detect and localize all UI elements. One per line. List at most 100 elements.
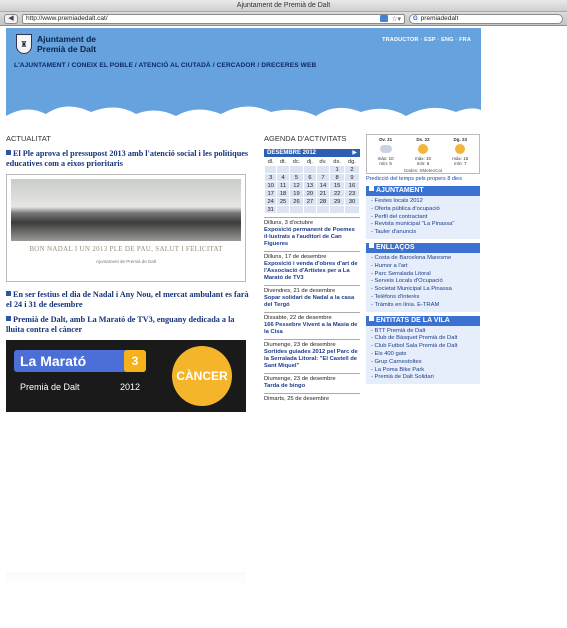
marato-banner[interactable]: La Marató 3 Premià de Dalt 2012 CÀNCER xyxy=(6,340,246,412)
box-link[interactable]: Societat Municipal La Pinassa xyxy=(371,286,475,294)
box-link[interactable]: Humor a l'art xyxy=(371,263,475,271)
box-link[interactable]: Club de Bàsquet Premià de Dalt xyxy=(371,335,475,343)
calendar-day xyxy=(329,205,345,214)
box-link[interactable]: BTT Premià de Dalt xyxy=(371,328,475,336)
calendar-day xyxy=(303,165,317,174)
bookmark-star-icon[interactable]: ☆▾ xyxy=(391,15,401,23)
calendar-day[interactable]: 16 xyxy=(343,181,361,190)
calendar-day xyxy=(288,165,305,174)
search-engine-icon[interactable]: G xyxy=(413,16,418,22)
language-links[interactable]: TRADUCTOR · ESP · ENG · FRA xyxy=(382,37,471,43)
calendar-day[interactable]: 20 xyxy=(303,189,317,198)
calendar-day[interactable]: 1 xyxy=(329,165,345,174)
box-link[interactable]: Premià de Dalt Solidari xyxy=(371,374,475,382)
address-bar[interactable]: http://www.premiadedalt.cat/ ☆▾ xyxy=(22,13,405,24)
calendar-day[interactable]: 22 xyxy=(329,189,345,198)
calendar-day[interactable]: 6 xyxy=(303,173,317,182)
box-link[interactable]: Grup Carnestoltes xyxy=(371,359,475,367)
box-link[interactable]: Telèfons d'interès xyxy=(371,294,475,302)
calendar-day[interactable]: 12 xyxy=(288,181,305,190)
calendar-day[interactable]: 14 xyxy=(315,181,331,190)
box-link[interactable]: Perfil del contractant xyxy=(371,214,475,222)
calendar-day[interactable]: 31 xyxy=(263,205,278,214)
weather-more-link[interactable]: Predicció del temps pels propers 8 dies xyxy=(366,176,480,182)
event-item[interactable]: Dilluns, 3 d'octubre Exposició permanent … xyxy=(264,217,360,248)
calendar-day[interactable]: 13 xyxy=(303,181,317,190)
agenda-column: AGENDA D'ACTIVITATS DESEMBRE 2012 ▶ dl. d… xyxy=(263,134,361,403)
calendar-day[interactable]: 9 xyxy=(343,173,361,182)
calendar-day xyxy=(303,205,317,214)
calendar-day[interactable]: 3 xyxy=(263,173,278,182)
box-link[interactable]: Tràmits en línia. E-TRAM xyxy=(371,302,475,310)
box-link[interactable]: La Poma Bike Park xyxy=(371,367,475,375)
calendar-day[interactable]: 18 xyxy=(276,189,290,198)
search-value[interactable]: premiadedalt xyxy=(421,15,459,22)
calendar-day[interactable]: 7 xyxy=(315,173,331,182)
event-item[interactable]: Dilluns, 17 de desembre Exposició i venda… xyxy=(264,251,360,282)
box-link[interactable]: Oferta pública d'ocupació xyxy=(371,206,475,214)
event-item[interactable]: Dissabte, 22 de desembre 166 Pessebre Viv… xyxy=(264,312,360,336)
event-item[interactable]: Diumenge, 23 de desembre Tarda de bingo xyxy=(264,373,360,390)
calendar-day[interactable]: 26 xyxy=(288,197,305,206)
event-title[interactable]: 166 Pessebre Vivent a la Masia de la Cis… xyxy=(264,322,360,336)
event-title[interactable]: Exposició permanent de Poemes il·lustrat… xyxy=(264,227,360,248)
event-title[interactable]: Sopar solidari de Nadal a la casa del Te… xyxy=(264,295,360,309)
event-title[interactable]: Exposició i venda d'obres d'art de l'Ass… xyxy=(264,261,360,282)
calendar-day[interactable]: 30 xyxy=(343,197,361,206)
box-link[interactable]: Els 400 gats xyxy=(371,351,475,359)
event-item[interactable]: Divendres, 21 de desembre Sopar solidari … xyxy=(264,285,360,309)
calendar-day[interactable]: 17 xyxy=(263,189,278,198)
site-header: ♜ Ajuntament de Premià de Dalt TRADUCTOR… xyxy=(6,28,481,132)
box-link[interactable]: Revista municipal "La Pinassa" xyxy=(371,221,475,229)
calendar-day[interactable]: 11 xyxy=(276,181,290,190)
site-logo[interactable]: ♜ Ajuntament de Premià de Dalt xyxy=(16,34,96,54)
calendar-day[interactable]: 10 xyxy=(263,181,278,190)
calendar-day[interactable]: 8 xyxy=(329,173,345,182)
calendar-day[interactable]: 25 xyxy=(276,197,290,206)
weekday-label: dt. xyxy=(276,157,290,166)
weather-day: Dg. 23 màx: 16 mín: 7 xyxy=(452,137,469,166)
box-link[interactable]: Costa de Barcelona Maresme xyxy=(371,255,475,263)
calendar-day[interactable]: 23 xyxy=(343,189,361,198)
box-link[interactable]: Serveis Locals d'Ocupació xyxy=(371,278,475,286)
news-item-1[interactable]: El Ple aprova el pressupost 2013 amb l'a… xyxy=(6,149,252,169)
box-title: AJUNTAMENT xyxy=(366,186,480,196)
calendar-day[interactable]: 29 xyxy=(329,197,345,206)
christmas-photo[interactable]: BON NADAL I UN 2013 PLE DE PAU, SALUT I … xyxy=(6,174,246,282)
box-link[interactable]: Club Futbol Sala Premià de Dalt xyxy=(371,343,475,351)
url-text[interactable]: http://www.premiadedalt.cat/ xyxy=(26,15,377,22)
news-item-3[interactable]: Premià de Dalt, amb La Marató de TV3, en… xyxy=(6,315,252,335)
event-item[interactable]: Dimarts, 25 de desembre xyxy=(264,393,360,403)
sidebar-box: ENLLAÇOS Costa de Barcelona MaresmeHumor … xyxy=(366,242,480,312)
search-field[interactable]: G premiadedalt xyxy=(409,13,563,24)
calendar-day xyxy=(315,205,331,214)
calendar-day[interactable]: 21 xyxy=(315,189,331,198)
event-date: Dissabte, 22 de desembre xyxy=(264,315,332,321)
calendar-month: DESEMBRE 2012 xyxy=(267,150,317,156)
news-item-2[interactable]: En ser festius el dia de Nadal i Any Nou… xyxy=(6,290,252,310)
calendar-day[interactable]: 5 xyxy=(288,173,305,182)
event-title[interactable]: Tarda de bingo xyxy=(264,383,360,390)
box-link[interactable]: Parc Serralada Litoral xyxy=(371,271,475,279)
calendar-day[interactable]: 24 xyxy=(263,197,278,206)
window-title: Ajuntament de Premià de Dalt xyxy=(0,0,567,12)
banner-year: 2012 xyxy=(120,382,141,392)
next-month-icon[interactable]: ▶ xyxy=(352,149,357,157)
event-item[interactable]: Diumenge, 23 de desembre Sortides guiades… xyxy=(264,339,360,370)
main-navigation[interactable]: L'AJUNTAMENT / CONEIX EL POBLE / ATENCIÓ… xyxy=(14,62,316,69)
event-date: Diumenge, 23 de desembre xyxy=(264,342,336,348)
calendar-day[interactable]: 27 xyxy=(303,197,317,206)
calendar-day[interactable]: 4 xyxy=(276,173,290,182)
calendar-day[interactable]: 28 xyxy=(315,197,331,206)
calendar-day[interactable]: 15 xyxy=(329,181,345,190)
calendar-day[interactable]: 19 xyxy=(288,189,305,198)
bullet-icon xyxy=(6,316,11,321)
calendar-day[interactable]: 2 xyxy=(343,165,361,174)
reflection-fade xyxy=(0,430,567,628)
site-menu-button[interactable]: ◀ xyxy=(4,13,18,24)
box-link[interactable]: Festes locals 2012 xyxy=(371,198,475,206)
box-link[interactable]: Tauler d'anuncis xyxy=(371,229,475,237)
event-title[interactable]: Sortides guiades 2012 pel Parc de la Ser… xyxy=(264,349,360,370)
rss-icon[interactable] xyxy=(380,15,389,22)
event-date: Divendres, 21 de desembre xyxy=(264,288,336,294)
